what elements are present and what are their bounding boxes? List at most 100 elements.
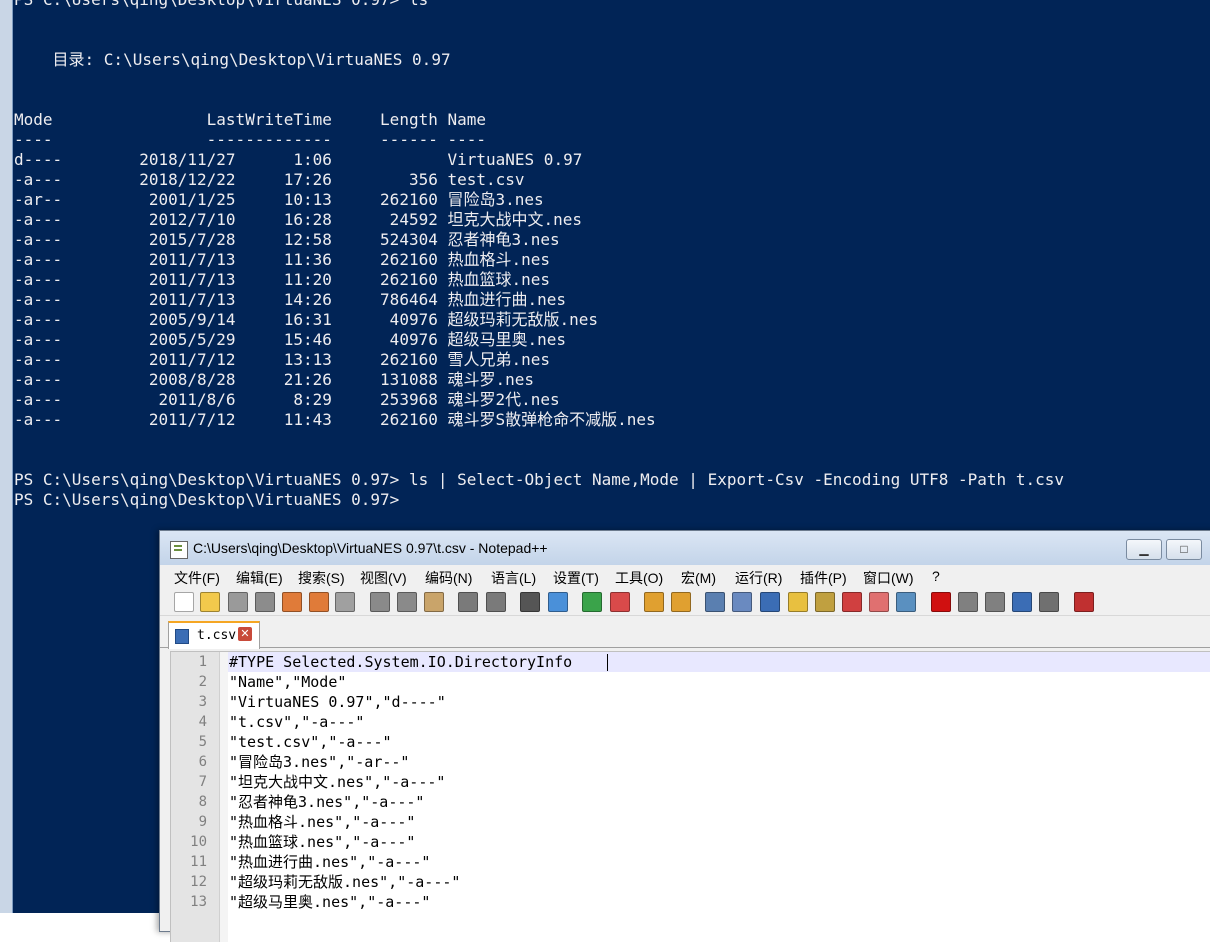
code-line[interactable]: "冒险岛3.nes","-ar--" <box>229 752 409 772</box>
line-number: 9 <box>198 814 207 830</box>
sync-horizontal-icon[interactable] <box>671 592 691 612</box>
minimize-button[interactable]: ▁ <box>1126 539 1162 560</box>
print-icon[interactable] <box>335 592 355 612</box>
spell-check-icon[interactable] <box>1074 592 1094 612</box>
save-icon[interactable] <box>228 592 248 612</box>
code-line[interactable]: "VirtuaNES 0.97","d----" <box>229 692 446 712</box>
tab-t-csv[interactable]: t.csv ✕ <box>168 621 260 649</box>
line-number: 2 <box>198 674 207 690</box>
console-line: 目录: C:\Users\qing\Desktop\VirtuaNES 0.97 <box>14 50 451 69</box>
code-line[interactable]: "超级马里奥.nes","-a---" <box>229 892 430 912</box>
indent-guide-icon[interactable] <box>760 592 780 612</box>
console-line: -a--- 2011/7/13 11:20 262160 热血篮球.nes <box>14 270 551 289</box>
console-line: -a--- 2011/7/12 13:13 262160 雪人兄弟.nes <box>14 350 551 369</box>
tab-close-icon[interactable]: ✕ <box>238 627 252 641</box>
undo-icon[interactable] <box>458 592 478 612</box>
sync-vertical-icon[interactable] <box>644 592 664 612</box>
zoom-out-icon[interactable] <box>610 592 630 612</box>
new-file-icon[interactable] <box>174 592 194 612</box>
line-number: 13 <box>190 894 207 910</box>
word-wrap-icon[interactable] <box>705 592 725 612</box>
record-macro-icon[interactable] <box>931 592 951 612</box>
menu-item[interactable]: 视图(V) <box>360 568 407 588</box>
console-line: -a--- 2011/7/13 11:36 262160 热血格斗.nes <box>14 250 551 269</box>
editor[interactable]: 1 2 3 4 5 6 7 8 9 10 11 12 13 #TYPE Selected.System.… <box>170 651 1210 942</box>
console-line: Mode LastWriteTime Length Name <box>14 110 487 129</box>
monitoring-icon[interactable] <box>896 592 916 612</box>
maximize-button[interactable]: □ <box>1166 539 1202 560</box>
line-number: 12 <box>190 874 207 890</box>
tab-bar: t.csv ✕ <box>160 617 1210 649</box>
console-line: -a--- 2011/7/12 11:43 262160 魂斗罗S散弹枪命不减版… <box>14 410 656 429</box>
console-line: -a--- 2018/12/22 17:26 356 test.csv <box>14 170 525 189</box>
menu-item[interactable]: 运行(R) <box>735 568 782 588</box>
close-icon[interactable] <box>282 592 302 612</box>
line-number: 7 <box>198 774 207 790</box>
menu-item[interactable]: 设置(T) <box>553 568 599 588</box>
play-macro-icon[interactable] <box>985 592 1005 612</box>
code-line[interactable]: "t.csv","-a---" <box>229 712 364 732</box>
save-all-icon[interactable] <box>255 592 275 612</box>
console-line: -a--- 2011/8/6 8:29 253968 魂斗罗2代.nes <box>14 390 560 409</box>
paste-icon[interactable] <box>424 592 444 612</box>
code-line[interactable]: "热血格斗.nes","-a---" <box>229 812 415 832</box>
menu-item[interactable]: 宏(M) <box>681 568 716 588</box>
menu-item[interactable]: 编辑(E) <box>236 568 283 588</box>
console-line: -a--- 2011/7/13 14:26 786464 热血进行曲.nes <box>14 290 567 309</box>
open-file-icon[interactable] <box>200 592 220 612</box>
code-line[interactable]: "坦克大战中文.nes","-a---" <box>229 772 445 792</box>
menu-item[interactable]: 工具(O) <box>615 568 663 588</box>
udl-icon[interactable] <box>788 592 808 612</box>
title-bar[interactable]: C:\Users\qing\Desktop\VirtuaNES 0.97\t.c… <box>160 531 1210 566</box>
code-line[interactable]: "Name","Mode" <box>229 672 346 692</box>
line-number: 11 <box>190 854 207 870</box>
notepadpp-window[interactable]: C:\Users\qing\Desktop\VirtuaNES 0.97\t.c… <box>159 530 1210 942</box>
code-line[interactable]: "热血篮球.nes","-a---" <box>229 832 415 852</box>
menu-item[interactable]: 编码(N) <box>425 568 472 588</box>
saved-file-icon <box>175 629 189 644</box>
stop-record-icon[interactable] <box>958 592 978 612</box>
toolbar <box>160 587 1210 616</box>
console-line: -a--- 2008/8/28 21:26 131088 魂斗罗.nes <box>14 370 535 389</box>
code-line[interactable]: "忍者神龟3.nes","-a---" <box>229 792 424 812</box>
line-number: 10 <box>190 834 207 850</box>
run-macro-multiple-icon[interactable] <box>1012 592 1032 612</box>
close-all-icon[interactable] <box>309 592 329 612</box>
menu-item[interactable]: 文件(F) <box>174 568 220 588</box>
find-icon[interactable] <box>520 592 540 612</box>
line-number: 8 <box>198 794 207 810</box>
console-line: d---- 2018/11/27 1:06 VirtuaNES 0.97 <box>14 150 583 169</box>
code-line[interactable]: "热血进行曲.nes","-a---" <box>229 852 430 872</box>
doc-map-icon[interactable] <box>815 592 835 612</box>
code-line[interactable]: "test.csv","-a---" <box>229 732 392 752</box>
function-list-icon[interactable] <box>842 592 862 612</box>
code-line[interactable]: "超级玛莉无敌版.nes","-a---" <box>229 872 460 892</box>
menu-item[interactable]: 语言(L) <box>491 568 536 588</box>
copy-icon[interactable] <box>397 592 417 612</box>
save-macro-icon[interactable] <box>1039 592 1059 612</box>
menu-item[interactable]: 窗口(W) <box>863 568 914 588</box>
line-number: 1 <box>198 654 207 670</box>
menu-item[interactable]: ? <box>932 568 940 584</box>
line-number: 6 <box>198 754 207 770</box>
line-number-gutter: 1 2 3 4 5 6 7 8 9 10 11 12 13 <box>171 652 220 942</box>
console-line: PS C:\Users\qing\Desktop\VirtuaNES 0.97>… <box>14 470 1064 489</box>
show-all-chars-icon[interactable] <box>732 592 752 612</box>
text-caret <box>607 654 608 671</box>
folder-as-workspace-icon[interactable] <box>869 592 889 612</box>
tab-label: t.csv <box>197 628 237 643</box>
replace-icon[interactable] <box>548 592 568 612</box>
menu-item[interactable]: 插件(P) <box>800 568 847 588</box>
line-number: 4 <box>198 714 207 730</box>
zoom-in-icon[interactable] <box>582 592 602 612</box>
redo-icon[interactable] <box>486 592 506 612</box>
menu-item[interactable]: 搜索(S) <box>298 568 345 588</box>
window-title: C:\Users\qing\Desktop\VirtuaNES 0.97\t.c… <box>193 540 548 556</box>
code-line[interactable]: #TYPE Selected.System.IO.DirectoryInfo <box>229 652 572 672</box>
cut-icon[interactable] <box>370 592 390 612</box>
